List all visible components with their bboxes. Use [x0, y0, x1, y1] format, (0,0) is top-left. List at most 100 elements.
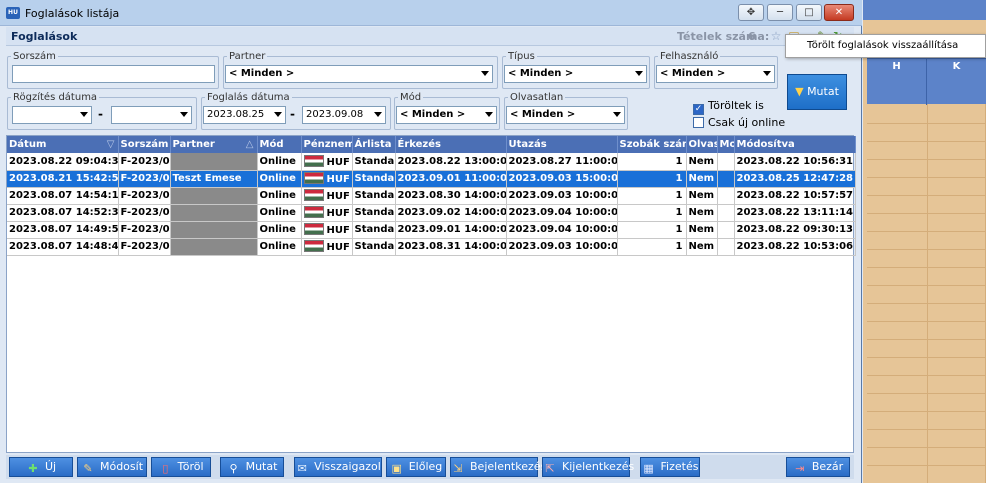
checkout-button[interactable]: ⇱ Kijelentkezés	[542, 457, 634, 477]
minimize-button[interactable]: ─	[767, 4, 793, 21]
edit-button[interactable]: ✎ Módosít	[77, 457, 147, 477]
col-utazas[interactable]: Utazás	[506, 136, 618, 153]
cell-sorszam: F-2023/00	[118, 187, 171, 205]
cell-utazas: 2023.09.04 10:00:00	[506, 204, 618, 222]
restore-deleted-tooltip[interactable]: Törölt foglalások visszaállítása	[785, 34, 986, 58]
toroltek-label: Töröltek is	[708, 99, 764, 112]
rogzites-to-select[interactable]	[111, 106, 192, 124]
felhasznalo-select[interactable]: < Minden >	[656, 65, 775, 83]
app-icon: HU	[6, 7, 20, 19]
table-row[interactable]: 2023.08.21 15:42:59F-2023/00Teszt EmeseO…	[7, 170, 856, 188]
table-header-row: Dátum ▽ Sorszám Partner △ Mód Pénznem Árli…	[7, 136, 856, 153]
range-dash: -	[98, 107, 103, 121]
confirm-button-label: Visszaigazol	[314, 460, 381, 473]
cell-penznem: HUF	[301, 238, 353, 256]
sorszam-input[interactable]	[12, 65, 215, 83]
tipus-select[interactable]: < Minden >	[504, 65, 647, 83]
cash-register-icon: ▦	[643, 462, 654, 475]
delete-button[interactable]: ▯ Töröl	[151, 457, 211, 477]
foglalas-from-select[interactable]: 2023.08.25	[203, 106, 286, 124]
cell-partner	[170, 221, 258, 239]
col-sorszam[interactable]: Sorszám	[118, 136, 171, 153]
csak-uj-checkbox[interactable]: Csak új online	[693, 116, 785, 129]
mod-select[interactable]: < Minden >	[396, 106, 497, 124]
table-row[interactable]: 2023.08.07 14:49:58F-2023/00 Online HUFSta…	[7, 221, 856, 239]
cell-modositva: 2023.08.22 10:53:06	[734, 238, 856, 256]
checkmark-icon: ✓	[693, 104, 704, 115]
close-button[interactable]: ✕	[824, 4, 854, 21]
cell-arlista: Standard	[352, 221, 396, 239]
col-olvasa[interactable]: Olvasa	[686, 136, 718, 153]
chevron-down-icon	[180, 112, 188, 117]
cell-erkezes: 2023.08.22 13:00:00	[395, 153, 507, 171]
olvasatlan-select-value: < Minden >	[510, 109, 576, 120]
col-datum[interactable]: Dátum ▽	[7, 136, 119, 153]
col-modositva[interactable]: Módosítva	[734, 136, 856, 153]
col-partner[interactable]: Partner △	[170, 136, 258, 153]
col-datum-label: Dátum	[9, 139, 47, 150]
show-button[interactable]: ⚲ Mutat	[220, 457, 284, 477]
cell-partner	[170, 187, 258, 205]
col-mo[interactable]: Mo	[717, 136, 735, 153]
cell-sorszam: F-2023/00	[118, 170, 171, 188]
cell-penznem-value: HUF	[326, 156, 350, 168]
table-row[interactable]: 2023.08.22 09:04:32F-2023/00 Online HUFSta…	[7, 153, 856, 171]
cell-modositva: 2023.08.22 13:11:14	[734, 204, 856, 222]
star-icon[interactable]: ☆	[768, 28, 784, 44]
magnifier-icon: ⚲	[229, 462, 238, 475]
redacted-block	[172, 190, 256, 201]
col-erkezes[interactable]: Érkezés	[395, 136, 507, 153]
table-row[interactable]: 2023.08.07 14:52:38F-2023/00 Online HUFSta…	[7, 204, 856, 222]
col-szobak[interactable]: Szobák száma	[617, 136, 687, 153]
close-window-button[interactable]: ⇥ Bezár	[786, 457, 850, 477]
filter-mutat-button[interactable]: ▼ Mutat	[787, 74, 847, 110]
checkin-button-label: Bejelentkezés	[470, 460, 547, 473]
cell-penznem: HUF	[301, 204, 353, 222]
table-row[interactable]: 2023.08.07 14:54:18F-2023/00 Online HUFSta…	[7, 187, 856, 205]
rogzites-from-select[interactable]	[12, 106, 92, 124]
chevron-down-icon	[635, 71, 643, 76]
checkin-button[interactable]: ⇲ Bejelentkezés	[450, 457, 546, 477]
col-arlista[interactable]: Árlista	[352, 136, 396, 153]
cell-olvasa: Nem	[686, 204, 718, 222]
show-button-label: Mutat	[245, 460, 278, 473]
cell-erkezes: 2023.08.31 14:00:00	[395, 238, 507, 256]
toroltek-checkbox[interactable]: ✓ Töröltek is	[693, 99, 764, 115]
bookings-table[interactable]: Dátum ▽ Sorszám Partner △ Mód Pénznem Árli…	[6, 135, 856, 453]
cell-arlista: Standard	[352, 170, 396, 188]
filter-mod-label: Mód	[400, 92, 422, 103]
payment-button-label: Fizetés	[660, 460, 699, 473]
cell-olvasa: Nem	[686, 153, 718, 171]
new-button[interactable]: ✚ Új	[9, 457, 73, 477]
deposit-button[interactable]: ▣ Előleg	[386, 457, 446, 477]
col-penznem[interactable]: Pénznem	[301, 136, 353, 153]
maximize-button[interactable]: □	[796, 4, 822, 21]
foglalas-from-value: 2023.08.25	[207, 109, 265, 120]
filter-felhasznalo-label: Felhasználó	[660, 51, 719, 62]
cell-erkezes: 2023.09.01 14:00:00	[395, 221, 507, 239]
cell-datum: 2023.08.07 14:48:41	[7, 238, 119, 256]
redacted-block	[172, 156, 256, 167]
cell-utazas: 2023.09.03 15:00:00	[506, 170, 618, 188]
olvasatlan-select[interactable]: < Minden >	[506, 106, 625, 124]
confirm-button[interactable]: ✉ Visszaigazol	[294, 457, 382, 477]
move-icon[interactable]: ✥	[738, 4, 764, 21]
plus-icon: ✚	[28, 462, 38, 475]
col-h-header: H	[867, 59, 927, 105]
partner-select[interactable]: < Minden >	[225, 65, 493, 83]
foglalas-to-select[interactable]: 2023.09.08	[302, 106, 386, 124]
payment-button[interactable]: ▦ Fizetés	[640, 457, 700, 477]
cell-penznem: HUF	[301, 170, 353, 188]
hungary-flag-icon	[303, 206, 324, 218]
chevron-down-icon	[80, 112, 88, 117]
cell-modositva: 2023.08.25 12:47:28	[734, 170, 856, 188]
cell-szobak: 1	[617, 204, 687, 222]
close-window-button-label: Bezár	[811, 460, 844, 473]
cell-mo	[717, 187, 735, 205]
table-row[interactable]: 2023.08.07 14:48:41F-2023/00 Online HUFSta…	[7, 238, 856, 256]
cell-datum: 2023.08.07 14:54:18	[7, 187, 119, 205]
cell-szobak: 1	[617, 170, 687, 188]
col-mod[interactable]: Mód	[257, 136, 302, 153]
sort-icon: ▽	[106, 139, 115, 150]
delete-button-label: Töröl	[177, 460, 204, 473]
